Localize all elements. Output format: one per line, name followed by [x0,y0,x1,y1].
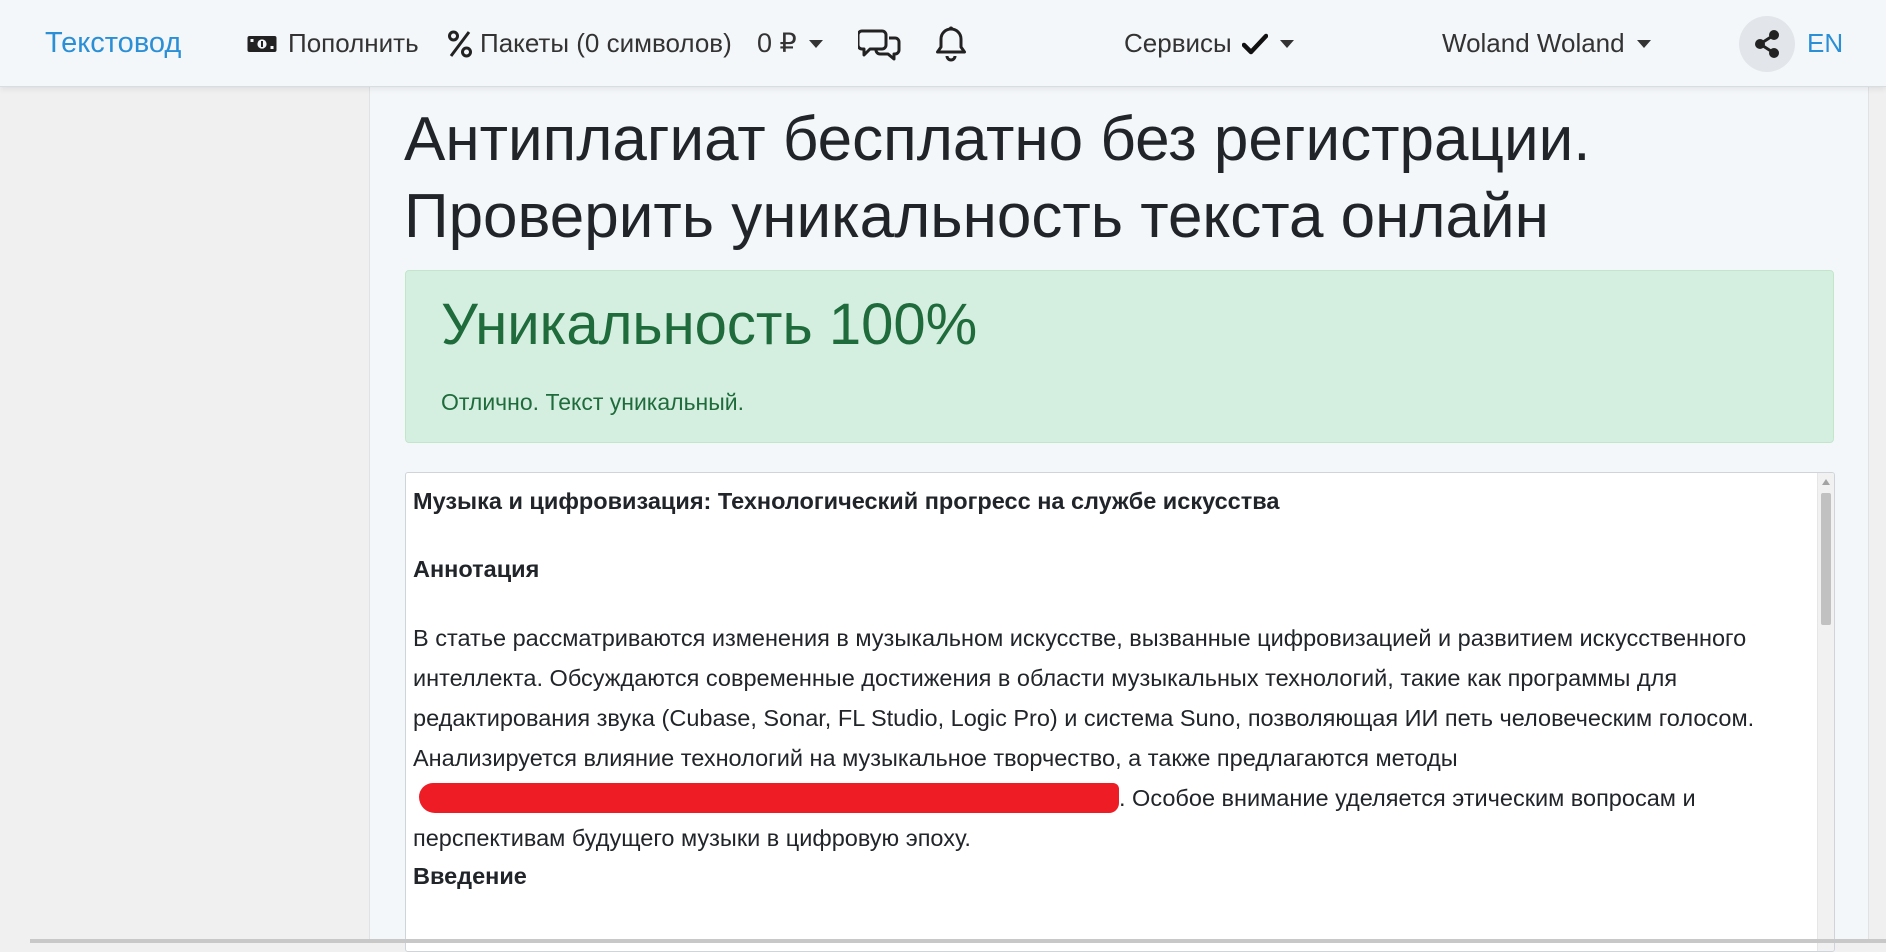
annotation-heading: Аннотация [413,556,540,582]
right-gutter [1869,87,1886,943]
share-button[interactable] [1739,16,1795,72]
uniqueness-result-alert: Уникальность 100% Отлично. Текст уникаль… [405,270,1834,443]
uniqueness-message: Отлично. Текст уникальный. [441,389,745,415]
balance-label: 0 ₽ [757,28,797,58]
checked-text-area[interactable]: Музыка и цифровизация: Технологический п… [405,472,1835,952]
chevron-down-icon [1279,39,1294,48]
bottom-edge [30,939,1886,943]
scroll-up-arrow-icon[interactable] [1822,479,1830,485]
bell-icon [935,26,967,62]
redaction-mark [419,782,1119,813]
chevron-down-icon [808,39,823,48]
chevron-down-icon [1636,39,1651,48]
services-label: Сервисы [1124,28,1232,58]
text-area-scrollbar[interactable] [1817,473,1834,951]
messages-button[interactable] [858,0,902,87]
share-icon [1753,29,1781,59]
packages-label: Пакеты (0 символов) [480,28,732,58]
topup-link[interactable]: Пополнить [246,0,419,87]
user-name: Woland Woland [1442,28,1625,58]
balance-dropdown[interactable]: 0 ₽ [757,0,823,87]
brand-logo-link[interactable]: Текстовод [45,0,181,87]
annotation-paragraph: В статье рассматриваются изменения в муз… [413,618,1813,858]
document-title: Музыка и цифровизация: Технологический п… [413,488,1280,514]
chat-bubbles-icon [858,27,902,61]
notifications-button[interactable] [935,0,967,87]
main-content: Антиплагиат бесплатно без регистрации. П… [369,87,1869,952]
percent-icon [448,30,472,58]
cash-icon [246,34,278,54]
check-icon [1241,33,1268,55]
annotation-text-start: В статье рассматриваются изменения в муз… [413,625,1755,771]
top-navbar: Текстовод Пополнить Пакеты (0 символов) … [0,0,1886,87]
services-dropdown[interactable]: Сервисы [1124,0,1294,87]
page-title: Антиплагиат бесплатно без регистрации. П… [404,105,1591,251]
intro-heading: Введение [413,863,527,889]
scroll-thumb[interactable] [1821,493,1831,625]
left-gutter [0,87,369,943]
uniqueness-heading: Уникальность 100% [441,292,978,357]
topup-label: Пополнить [288,28,419,58]
language-switch-link[interactable]: EN [1807,0,1843,87]
user-menu-dropdown[interactable]: Woland Woland [1442,0,1651,87]
packages-link[interactable]: Пакеты (0 символов) [448,0,732,87]
